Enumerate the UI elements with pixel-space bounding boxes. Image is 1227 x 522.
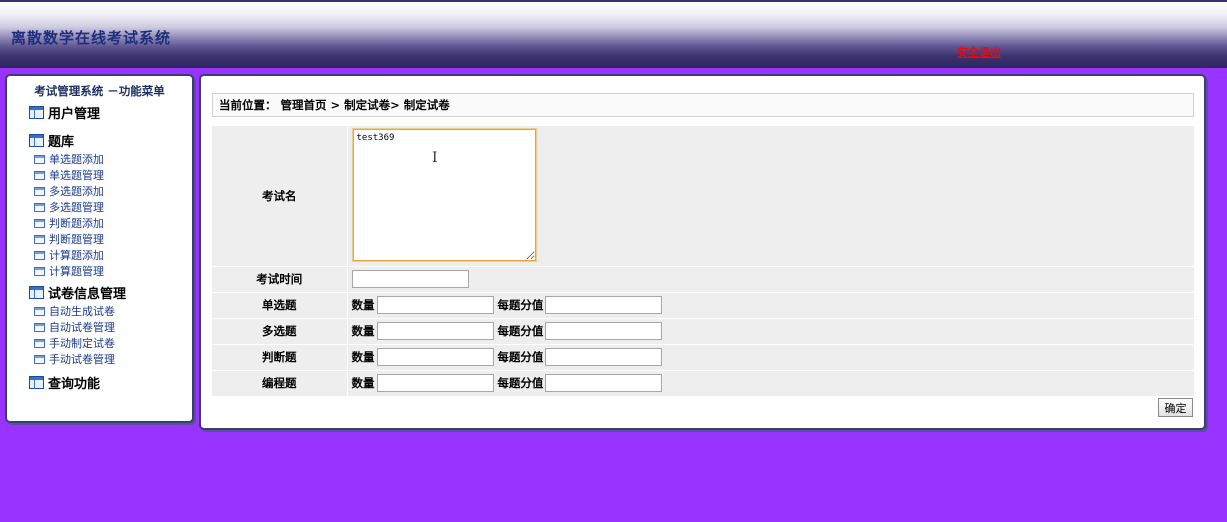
menu-item-auto-generate-paper[interactable]: 自动生成试卷	[34, 303, 192, 319]
table-icon	[29, 285, 44, 299]
breadcrumb-current: 制定试卷	[403, 98, 450, 112]
exam-paper-form: 考试名 test369 考试时间 单选题 数量 每题分值 多选题 数量 每题分值…	[212, 126, 1194, 397]
menu-item-multi-choice-add[interactable]: 多选题添加	[34, 183, 192, 199]
grid-icon	[34, 338, 45, 348]
breadcrumb-prefix: 当前位置：	[219, 98, 277, 112]
exam-name-textarea[interactable]: test369	[351, 127, 537, 262]
grid-icon	[34, 234, 45, 244]
grid-icon	[34, 306, 45, 316]
breadcrumb-section: > 制定试卷>	[330, 98, 400, 112]
score-label: 每题分值	[497, 349, 544, 364]
grid-icon	[34, 154, 45, 164]
menu-item-single-choice-manage[interactable]: 单选题管理	[34, 167, 192, 183]
function-menu: 考试管理系统 －功能菜单 用户管理 题库 单选题添加 单选题管理 多选题添加 多…	[5, 74, 194, 423]
menu-item-multi-choice-manage[interactable]: 多选题管理	[34, 199, 192, 215]
count-label: 数量	[351, 375, 375, 390]
grid-icon	[34, 170, 45, 180]
menu-item-auto-paper-manage[interactable]: 自动试卷管理	[34, 319, 192, 335]
grid-icon	[34, 218, 45, 228]
table-icon	[29, 375, 44, 389]
grid-icon	[34, 202, 45, 212]
table-icon	[29, 133, 44, 147]
menu-item-calculation-add[interactable]: 计算题添加	[34, 247, 192, 263]
menu-item-manual-paper-manage[interactable]: 手动试卷管理	[34, 351, 192, 367]
menu-title: 考试管理系统 －功能菜单	[34, 84, 165, 98]
multi-choice-count-input[interactable]	[376, 322, 494, 340]
grid-icon	[34, 354, 45, 364]
menu-item-manual-create-paper[interactable]: 手动制定试卷	[34, 335, 192, 351]
menu-item-true-false-manage[interactable]: 判断题管理	[34, 231, 192, 247]
exam-time-input[interactable]	[351, 270, 469, 288]
multi-choice-label: 多选题	[212, 318, 348, 345]
count-label: 数量	[351, 297, 375, 312]
true-false-score-input[interactable]	[545, 348, 663, 366]
programming-label: 编程题	[212, 370, 348, 397]
logout-link[interactable]: 安全退出	[957, 44, 1001, 60]
score-label: 每题分值	[497, 323, 544, 338]
programming-count-input[interactable]	[376, 374, 494, 392]
breadcrumb: 当前位置： 管理首页 > 制定试卷> 制定试卷	[212, 93, 1194, 117]
main-content: 当前位置： 管理首页 > 制定试卷> 制定试卷 考试名 test369 考试时间 单选…	[199, 74, 1206, 430]
menu-group-query[interactable]: 查询功能	[29, 371, 192, 393]
grid-icon	[34, 186, 45, 196]
exam-name-label: 考试名	[212, 126, 348, 267]
system-title: 离散数学在线考试系统	[11, 29, 172, 47]
menu-item-calculation-manage[interactable]: 计算题管理	[34, 263, 192, 279]
score-label: 每题分值	[497, 375, 544, 390]
single-choice-score-input[interactable]	[545, 296, 663, 314]
exam-time-label: 考试时间	[212, 266, 348, 293]
multi-choice-score-input[interactable]	[545, 322, 663, 340]
count-label: 数量	[351, 323, 375, 338]
menu-group-user-management[interactable]: 用户管理	[29, 101, 192, 123]
menu-item-single-choice-add[interactable]: 单选题添加	[34, 151, 192, 167]
table-icon	[29, 105, 44, 119]
single-choice-count-input[interactable]	[376, 296, 494, 314]
grid-icon	[34, 322, 45, 332]
menu-item-true-false-add[interactable]: 判断题添加	[34, 215, 192, 231]
programming-score-input[interactable]	[545, 374, 663, 392]
true-false-count-input[interactable]	[376, 348, 494, 366]
text-cursor-icon: I	[432, 150, 438, 166]
score-label: 每题分值	[497, 297, 544, 312]
count-label: 数量	[351, 349, 375, 364]
true-false-label: 判断题	[212, 344, 348, 371]
grid-icon	[34, 250, 45, 260]
menu-group-question-bank[interactable]: 题库	[29, 129, 192, 151]
grid-icon	[34, 266, 45, 276]
single-choice-label: 单选题	[212, 292, 348, 319]
page-header: 离散数学在线考试系统 安全退出	[0, 0, 1227, 68]
menu-group-paper-management[interactable]: 试卷信息管理	[29, 281, 192, 303]
confirm-button[interactable]: 确定	[1158, 398, 1193, 417]
breadcrumb-home: 管理首页	[280, 98, 327, 112]
